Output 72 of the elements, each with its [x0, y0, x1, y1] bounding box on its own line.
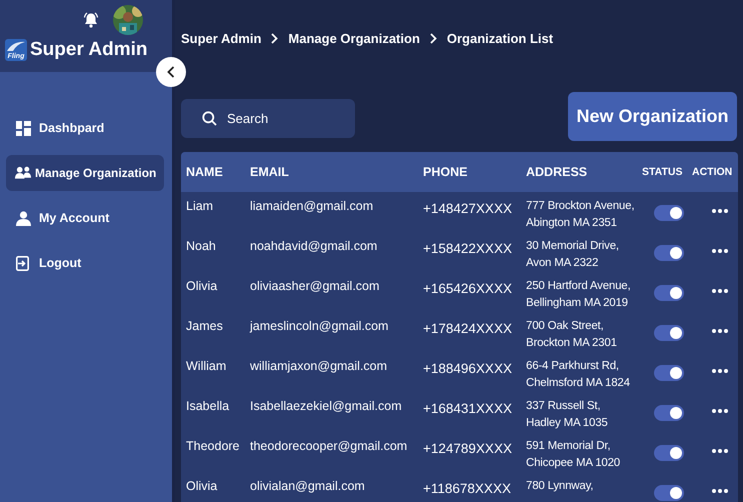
table-cell-text: liamaiden@gmail.com — [250, 198, 374, 214]
sidebar-item[interactable]: Manage Organization — [6, 155, 164, 191]
table-cell-text: 66-4 Parkhurst Rd, Chelmsford MA 1824 — [526, 359, 631, 391]
table-cell-text: 337 Russell St, Hadley MA 1035 — [526, 399, 609, 431]
table-cell-text: jameslincoln@gmail.com — [250, 318, 390, 334]
chevron-icon — [167, 66, 175, 78]
table-cell-text: Liam — [186, 198, 214, 214]
column-header: EMAIL — [250, 164, 290, 180]
new-organization-button[interactable]: New Organization — [568, 92, 737, 141]
table-cell-text: 777 Brockton Avenue, Abington MA 2351 — [526, 199, 636, 231]
more-icon[interactable] — [712, 289, 728, 293]
table-cell-text: +158422XXXX — [423, 240, 513, 257]
people-icon — [15, 166, 32, 180]
sidebar-item[interactable]: Logout — [6, 245, 164, 281]
toggle-switch[interactable] — [654, 445, 684, 461]
breadcrumb-link[interactable]: Manage Organization — [288, 30, 420, 46]
toggle-switch[interactable] — [654, 325, 684, 341]
search-field[interactable]: Search — [181, 99, 355, 138]
table-cell-text: theodorecooper@gmail.com — [250, 438, 408, 454]
column-header: NAME — [186, 164, 224, 180]
table-cell-text: Noah — [186, 238, 217, 254]
table-cell-text: +148427XXXX — [423, 200, 513, 217]
breadcrumb-link[interactable]: Super Admin — [181, 30, 262, 46]
table-cell-text: +178424XXXX — [423, 320, 513, 337]
table-cell-text: James — [186, 318, 224, 334]
table-cell-text: 591 Memorial Dr, Chicopee MA 1020 — [526, 439, 621, 471]
column-header: PHONE — [423, 164, 468, 180]
table-cell-text: 250 Hartford Avenue, Bellingham MA 2019 — [526, 279, 632, 311]
column-header: ADDRESS — [526, 164, 588, 180]
more-icon[interactable] — [712, 449, 728, 453]
table-cell-text: Isabellaezekiel@gmail.com — [250, 398, 403, 414]
breadcrumb-link[interactable]: Organization List — [446, 30, 554, 46]
person-icon — [16, 210, 33, 226]
more-icon[interactable] — [712, 329, 728, 333]
more-icon[interactable] — [712, 489, 728, 493]
table-cell-text: 30 Memorial Drive, Avon MA 2322 — [526, 239, 620, 271]
app-title: Super Admin — [30, 39, 148, 61]
sidebar-item[interactable]: Dashbpard — [6, 110, 164, 146]
table-cell-text: +168431XXXX — [423, 400, 513, 417]
table-cell-text: williamjaxon@gmail.com — [250, 358, 388, 374]
toggle-switch[interactable] — [654, 405, 684, 421]
table-cell-text: 780 Lynnway, — [526, 479, 594, 494]
chevron-icon — [271, 32, 278, 44]
toggle-switch[interactable] — [654, 285, 684, 301]
table-cell-text: Theodore — [186, 438, 241, 454]
column-header: ACTION — [692, 165, 734, 180]
table-cell-text: William — [186, 358, 228, 374]
more-icon[interactable] — [712, 209, 728, 213]
toggle-switch[interactable] — [654, 485, 684, 501]
dashboard-icon — [16, 120, 33, 136]
chevron-icon — [430, 32, 437, 44]
more-icon[interactable] — [712, 409, 728, 413]
table-cell-text: 700 Oak Street, Brockton MA 2301 — [526, 319, 618, 351]
column-header: STATUS — [642, 165, 684, 180]
table-cell-text: +188496XXXX — [423, 360, 513, 377]
table-cell-text: oliviaasher@gmail.com — [250, 278, 380, 294]
collapse-button[interactable] — [156, 57, 186, 87]
table-cell-text: noahdavid@gmail.com — [250, 238, 378, 254]
table-cell-text: Olivia — [186, 278, 218, 294]
table-cell-text: +165426XXXX — [423, 280, 513, 297]
toggle-switch[interactable] — [654, 205, 684, 221]
bell-icon[interactable] — [83, 12, 99, 28]
table-cell-text: olivialan@gmail.com — [250, 478, 366, 494]
table-cell-text: +118678XXXX — [423, 480, 512, 497]
more-icon[interactable] — [712, 369, 728, 373]
table-cell-text: +124789XXXX — [423, 440, 513, 457]
table-cell-text: Isabella — [186, 398, 230, 414]
table-cell-text: Olivia — [186, 478, 218, 494]
toggle-switch[interactable] — [654, 245, 684, 261]
more-icon[interactable] — [712, 249, 728, 253]
toggle-switch[interactable] — [654, 365, 684, 381]
sidebar-item[interactable]: My Account — [6, 200, 164, 236]
